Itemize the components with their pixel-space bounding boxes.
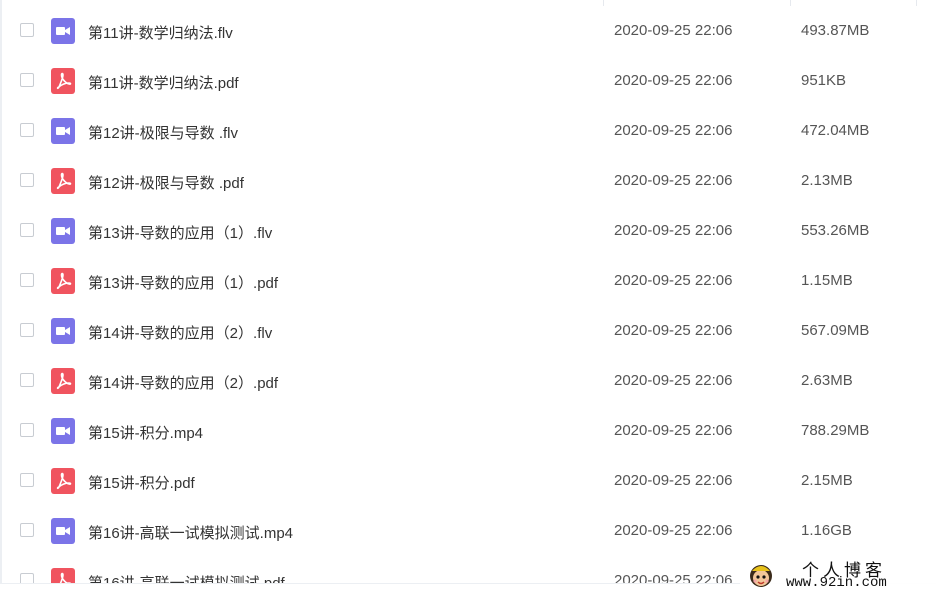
file-date: 2020-09-25 22:06	[614, 372, 733, 389]
watermark-url: www.92in.com	[786, 575, 887, 591]
row-checkbox[interactable]	[20, 73, 34, 87]
pdf-file-icon	[51, 268, 75, 294]
file-size: 2.15MB	[801, 472, 853, 489]
cartoon-face-logo-icon	[750, 565, 772, 587]
file-date: 2020-09-25 22:06	[614, 222, 733, 239]
row-checkbox[interactable]	[20, 173, 34, 187]
file-name[interactable]: 第11讲-数学归纳法.flv	[88, 22, 233, 43]
pdf-file-icon	[51, 468, 75, 494]
file-date: 2020-09-25 22:06	[614, 422, 733, 439]
row-checkbox[interactable]	[20, 223, 34, 237]
video-file-icon	[51, 18, 75, 44]
video-file-icon	[51, 118, 75, 144]
video-file-icon	[51, 418, 75, 444]
file-name[interactable]: 第15讲-积分.pdf	[88, 472, 195, 493]
file-date: 2020-09-25 22:06	[614, 272, 733, 289]
file-date: 2020-09-25 22:06	[614, 122, 733, 139]
file-row[interactable]: 第14讲-导数的应用（2）.flv 2020-09-25 22:06 567.0…	[0, 306, 936, 356]
row-checkbox[interactable]	[20, 473, 34, 487]
file-name[interactable]: 第11讲-数学归纳法.pdf	[88, 72, 239, 93]
file-size: 2.13MB	[801, 172, 853, 189]
file-date: 2020-09-25 22:06	[614, 522, 733, 539]
file-name[interactable]: 第16讲-高联一试模拟测试.mp4	[88, 522, 293, 543]
file-name[interactable]: 第15讲-积分.mp4	[88, 422, 203, 443]
file-size: 1.15MB	[801, 272, 853, 289]
file-name[interactable]: 第13讲-导数的应用（1）.pdf	[88, 272, 278, 293]
file-size: 2.63MB	[801, 372, 853, 389]
row-checkbox[interactable]	[20, 523, 34, 537]
file-size: 567.09MB	[801, 322, 870, 339]
file-date: 2020-09-25 22:06	[614, 72, 733, 89]
file-name[interactable]: 第14讲-导数的应用（2）.flv	[88, 322, 272, 343]
file-size: 788.29MB	[801, 422, 870, 439]
blog-watermark: 个人博客 www.92in.com	[740, 556, 936, 595]
row-checkbox[interactable]	[20, 123, 34, 137]
file-row[interactable]: 第13讲-导数的应用（1）.pdf 2020-09-25 22:06 1.15M…	[0, 256, 936, 306]
file-name[interactable]: 第12讲-极限与导数 .flv	[88, 122, 238, 143]
row-checkbox[interactable]	[20, 373, 34, 387]
file-name[interactable]: 第13讲-导数的应用（1）.flv	[88, 222, 272, 243]
file-date: 2020-09-25 22:06	[614, 172, 733, 189]
video-file-icon	[51, 518, 75, 544]
file-size: 553.26MB	[801, 222, 870, 239]
file-row[interactable]: 第15讲-积分.mp4 2020-09-25 22:06 788.29MB	[0, 406, 936, 456]
video-file-icon	[51, 218, 75, 244]
file-date: 2020-09-25 22:06	[614, 22, 733, 39]
file-size: 472.04MB	[801, 122, 870, 139]
row-checkbox[interactable]	[20, 273, 34, 287]
file-name[interactable]: 第14讲-导数的应用（2）.pdf	[88, 372, 278, 393]
file-row[interactable]: 第13讲-导数的应用（1）.flv 2020-09-25 22:06 553.2…	[0, 206, 936, 256]
file-row[interactable]: 第11讲-数学归纳法.pdf 2020-09-25 22:06 951KB	[0, 56, 936, 106]
file-size: 493.87MB	[801, 22, 870, 39]
pdf-file-icon	[51, 68, 75, 94]
pdf-file-icon	[51, 368, 75, 394]
file-row[interactable]: 第12讲-极限与导数 .flv 2020-09-25 22:06 472.04M…	[0, 106, 936, 156]
row-checkbox[interactable]	[20, 423, 34, 437]
file-row[interactable]: 第14讲-导数的应用（2）.pdf 2020-09-25 22:06 2.63M…	[0, 356, 936, 406]
row-checkbox[interactable]	[20, 23, 34, 37]
file-name[interactable]: 第12讲-极限与导数 .pdf	[88, 172, 244, 193]
file-date: 2020-09-25 22:06	[614, 472, 733, 489]
file-row[interactable]: 第12讲-极限与导数 .pdf 2020-09-25 22:06 2.13MB	[0, 156, 936, 206]
row-checkbox[interactable]	[20, 323, 34, 337]
file-size: 1.16GB	[801, 522, 852, 539]
file-row[interactable]: 第15讲-积分.pdf 2020-09-25 22:06 2.15MB	[0, 456, 936, 506]
file-row[interactable]: 第11讲-数学归纳法.flv 2020-09-25 22:06 493.87MB	[0, 6, 936, 56]
pdf-file-icon	[51, 168, 75, 194]
video-file-icon	[51, 318, 75, 344]
file-date: 2020-09-25 22:06	[614, 322, 733, 339]
file-size: 951KB	[801, 72, 847, 89]
file-row[interactable]: 第16讲-高联一试模拟测试.mp4 2020-09-25 22:06 1.16G…	[0, 506, 936, 556]
